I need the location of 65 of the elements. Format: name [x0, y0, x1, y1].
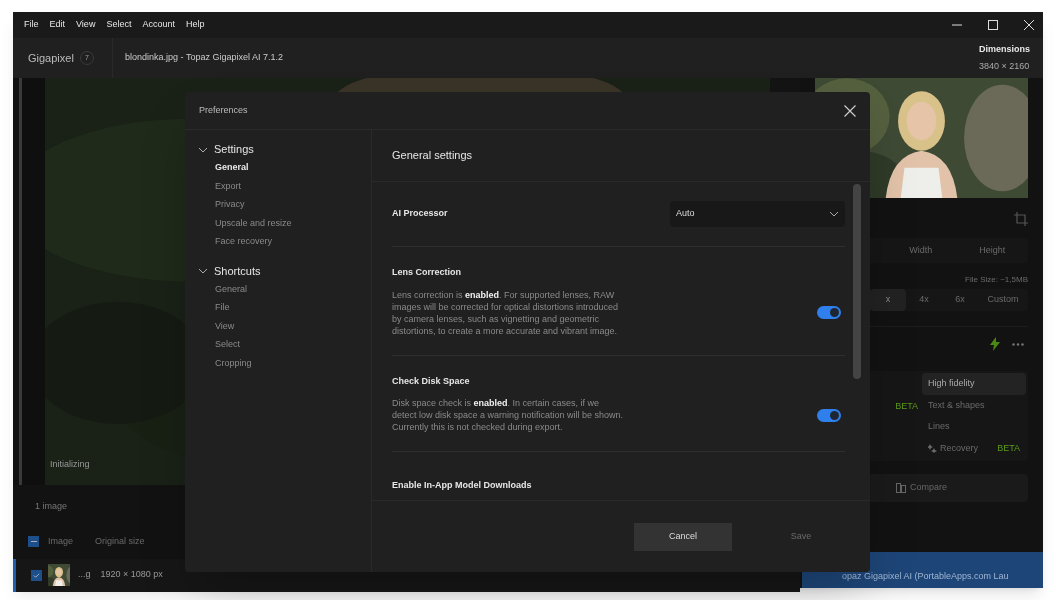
nav-group[interactable]: Shortcuts: [198, 263, 371, 279]
section-title: General settings: [392, 148, 473, 164]
scale-option[interactable]: 4x: [906, 289, 942, 311]
select-all-checkbox[interactable]: [28, 536, 39, 547]
column-header: Image: [48, 534, 74, 548]
app-name: Gigapixel: [28, 50, 74, 66]
dialog-title: Preferences: [199, 103, 248, 117]
nav-item[interactable]: Export: [215, 179, 371, 194]
processor-select[interactable]: Auto: [670, 201, 845, 227]
nav-item[interactable]: Upscale and resize: [215, 216, 371, 231]
chevron-icon: [829, 209, 839, 219]
menu-item[interactable]: Help: [185, 18, 205, 32]
setting-label: Lens Correction: [392, 266, 462, 279]
model-option[interactable]: High fidelity: [922, 373, 1026, 395]
close-icon[interactable]: [844, 104, 856, 117]
cancel-button[interactable]: Cancel: [634, 522, 732, 551]
menu-item[interactable]: Edit: [49, 18, 66, 32]
image-count: 1 image: [35, 500, 69, 513]
setting-label: AI Processor: [392, 207, 448, 221]
dimensions-value: 3840 × 2160: [979, 60, 1030, 73]
menu-item[interactable]: Select: [106, 18, 132, 32]
nav-item[interactable]: Cropping: [215, 356, 371, 371]
close-icon[interactable]: [1023, 19, 1035, 31]
column-header: Original size: [95, 534, 145, 548]
nav-item[interactable]: Face recovery: [215, 235, 371, 250]
model-option[interactable]: Lines: [922, 416, 1026, 438]
menu-item[interactable]: Account: [142, 18, 175, 32]
more-icon[interactable]: [1012, 342, 1024, 346]
lightning-icon[interactable]: [990, 337, 1000, 351]
nav-item[interactable]: View: [215, 319, 371, 334]
toggle-switch[interactable]: [817, 306, 841, 319]
nav-group[interactable]: Settings: [198, 142, 371, 157]
scale-option[interactable]: x: [870, 289, 906, 311]
dimensions-label: Dimensions: [979, 42, 1030, 56]
scrollbar-thumb[interactable]: [853, 184, 861, 379]
scale-option[interactable]: Custom: [978, 289, 1028, 311]
menu-item[interactable]: File: [24, 18, 39, 32]
original-size: 1920 × 1080 px: [100, 568, 163, 582]
maximize-icon[interactable]: [987, 19, 999, 31]
setting-label: Enable In-App Model Downloads: [392, 480, 532, 490]
nav-item[interactable]: General: [215, 282, 371, 297]
file-name: ...g: [78, 568, 91, 582]
nav-item[interactable]: General: [215, 161, 371, 176]
beta-label: BETA: [895, 400, 918, 413]
window-title: blondinka.jpg - Topaz Gigapixel AI 7.1.2: [125, 51, 283, 65]
chevron-icon: [198, 266, 208, 276]
setting-description: Lens correction is enabled. For supported lenses, RAW images will be corrected for optical distortions introduced by camera lenses, such as vignetting and geometric distortions, to create a more accurate and vibrant image.: [392, 288, 620, 337]
model-option[interactable]: Recovery BETA: [922, 437, 1026, 459]
beta-label: BETA: [997, 441, 1020, 455]
file-size: File Size: ~1,5MB: [965, 274, 1028, 286]
compare-icon: [896, 483, 906, 493]
menu-item[interactable]: View: [76, 18, 96, 32]
size-mode-tab[interactable]: Width: [885, 238, 957, 263]
setting-label: Check Disk Space: [392, 374, 471, 388]
toggle-switch[interactable]: [817, 408, 841, 422]
status-label: Initializing: [50, 457, 90, 471]
scale-option[interactable]: 6x: [942, 289, 978, 311]
nav-item[interactable]: Privacy: [215, 198, 371, 213]
sparkle-icon: [928, 443, 937, 453]
nav-item[interactable]: Select: [215, 338, 371, 353]
setting-description: Disk space check is enabled. In certain cases, if we detect low disk space a warning notification will be shown. Currently this is not checked during export.: [392, 397, 624, 433]
model-option[interactable]: Text & shapes: [922, 394, 1026, 416]
size-mode-tab[interactable]: Height: [956, 238, 1028, 263]
nav-item[interactable]: File: [215, 301, 371, 316]
row-checkbox[interactable]: [31, 569, 42, 581]
